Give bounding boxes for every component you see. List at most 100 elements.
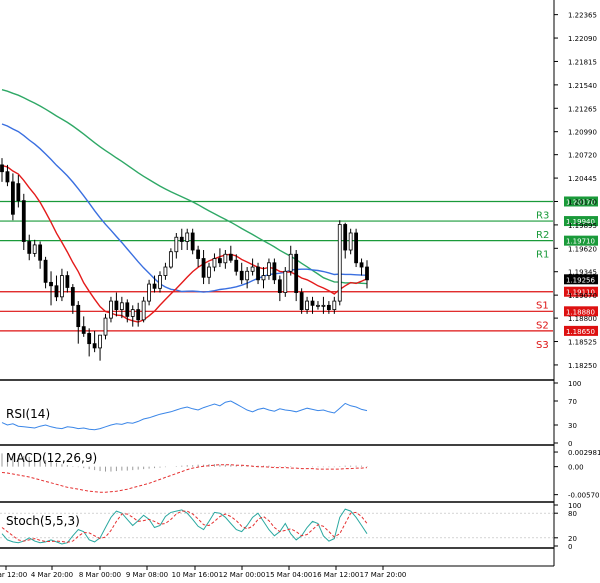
price-tick-label: 1.19345 [568, 269, 597, 277]
time-tick-label: 10 Mar 16:00 [172, 571, 219, 579]
stoch-tick-label: 0 [568, 543, 572, 551]
candle-bear [136, 309, 141, 321]
price-panel[interactable] [0, 0, 554, 379]
price-tick-label: 1.21265 [568, 105, 597, 113]
candle-bear [234, 259, 239, 272]
candle-bull [147, 283, 151, 302]
candle-bear [16, 183, 21, 202]
candle-bull [109, 300, 113, 319]
candle-bear [21, 200, 26, 242]
candle-bull [32, 244, 37, 254]
macd-signal-line [1, 464, 368, 493]
level-name-r1: R1 [536, 250, 549, 261]
stoch-panel[interactable]: 10080 200 [0, 502, 581, 551]
candle-bear [354, 232, 359, 264]
price-tick-label: 1.18525 [568, 339, 597, 347]
candle-bear [277, 279, 282, 293]
candle-bear [359, 262, 364, 268]
candle-bull [207, 266, 211, 278]
candle-bear [201, 258, 206, 278]
price-tick-label: 1.20720 [568, 152, 597, 160]
candle-bear [310, 300, 315, 306]
candle-bull [245, 270, 250, 281]
candle-bull [348, 232, 353, 251]
candle-bear [54, 285, 59, 298]
price-tick-label: 1.19620 [568, 245, 597, 253]
price-tick-label: 1.21540 [568, 82, 597, 90]
candle-bear [49, 281, 53, 287]
stoch-tick-label: 20 [568, 535, 577, 543]
candle-bull [288, 253, 293, 272]
candle-bear [10, 181, 15, 215]
time-tick-label: 16 Mar 12:00 [313, 571, 360, 579]
candle-bull [316, 304, 320, 307]
candle-bull [212, 258, 217, 268]
price-tick-label: 1.19895 [568, 222, 597, 230]
stoch-label: Stoch(5,5,3) [6, 514, 80, 528]
candle-bull [174, 236, 179, 253]
candle-bear [299, 292, 304, 311]
candle-bull [168, 251, 173, 268]
time-tick-label: 12 Mar 00:00 [219, 571, 266, 579]
rsi-tick-label: 100 [568, 380, 581, 388]
level-name-r2: R2 [536, 230, 549, 241]
time-tick-label: 3 Mar 12:00 [0, 571, 27, 579]
candle-bull [332, 300, 337, 311]
candle-bear [272, 262, 277, 281]
macd-tick-label: -0.005708 [568, 492, 600, 500]
candle-bull [163, 266, 168, 276]
price-tick-label: 1.21815 [568, 58, 597, 66]
candle-bull [261, 275, 266, 281]
time-tick-label: 17 Mar 20:00 [360, 571, 407, 579]
price-tick-label: 1.20445 [568, 175, 597, 183]
price-tick-label: 1.20990 [568, 129, 597, 137]
level-price-label: 1.18650 [566, 328, 595, 336]
candle-bull [60, 275, 64, 298]
candle-bull [119, 302, 124, 311]
candle-bull [158, 275, 162, 289]
time-axis: 3 Mar 12:00 4 Mar 20:00 8 Mar 00:00 9 Mar 0… [0, 566, 406, 579]
rsi-label: RSI(14) [6, 407, 50, 421]
candle-bear [76, 304, 81, 328]
rsi-line [1, 400, 368, 431]
macd-tick-label: 0.00 [568, 464, 584, 472]
candle-bear [228, 253, 233, 261]
trading-chart[interactable]: R31.20170R21.19940R11.19710S11.19110S21.… [0, 0, 600, 583]
macd-label: MACD(12,26,9) [6, 451, 97, 465]
rsi-tick-label: 0 [568, 440, 572, 448]
candle-bear [190, 232, 195, 251]
candle-bear [343, 224, 348, 251]
candle-bear [179, 236, 184, 242]
candle-bull [130, 309, 135, 317]
time-tick-label: 4 Mar 20:00 [31, 571, 73, 579]
candle-bear [114, 300, 119, 311]
candle-bear [196, 249, 201, 259]
price-tick-label: 1.19070 [568, 292, 597, 300]
stoch-tick-label: 100 [568, 502, 581, 510]
level-name-s2: S2 [536, 320, 549, 331]
candle-bear [5, 171, 10, 183]
candle-bull [267, 262, 271, 276]
candle-bull [337, 224, 342, 302]
candle-bull [141, 300, 146, 321]
rsi-tick-label: 30 [568, 422, 577, 430]
price-tick-label: 1.20170 [568, 198, 597, 206]
rsi-tick-label: 70 [568, 398, 577, 406]
macd-tick-label: 0.002981 [568, 449, 600, 457]
candle-bear [0, 164, 4, 173]
candle-bear [326, 304, 331, 311]
candle-bull [185, 232, 190, 242]
candle-bull [305, 300, 309, 311]
candle-bull [283, 270, 288, 293]
candle-bull [223, 253, 228, 264]
stoch-tick-label: 80 [568, 510, 577, 518]
candle-bear [294, 253, 299, 293]
candle-bear [43, 259, 48, 283]
candle-bull [250, 266, 255, 272]
candle-bull [103, 317, 108, 336]
candle-bear [92, 343, 97, 349]
rsi-panel[interactable]: 100 70 30 0 [1, 380, 581, 448]
current-price-label: 1.19256 [566, 276, 595, 284]
candle-bull [321, 304, 326, 307]
candle-bear [239, 270, 244, 281]
